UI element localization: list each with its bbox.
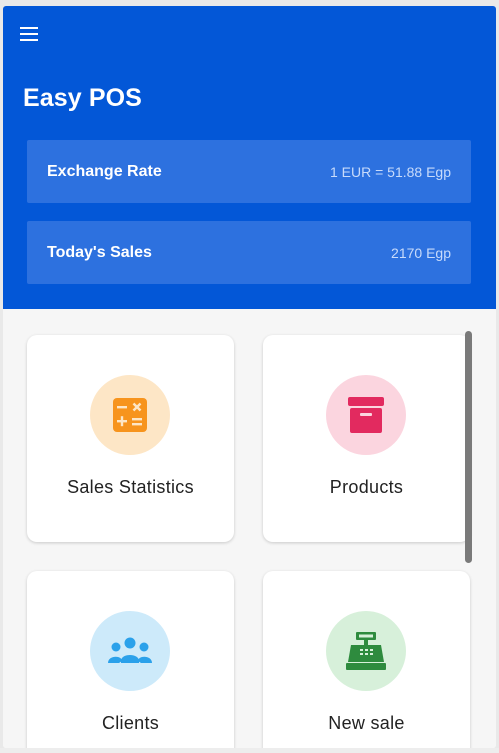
hamburger-menu-icon xyxy=(20,27,38,41)
app-title: Easy POS xyxy=(23,84,142,112)
exchange-rate-card: Exchange Rate 1 EUR = 51.88 Egp xyxy=(27,140,471,203)
menu-button[interactable] xyxy=(15,22,43,46)
tile-sales-statistics[interactable]: Sales Statistics xyxy=(27,335,234,542)
exchange-rate-value: 1 EUR = 51.88 Egp xyxy=(329,163,451,180)
todays-sales-value: 2170 Egp xyxy=(391,244,451,261)
tile-products[interactable]: Products xyxy=(263,335,470,542)
icon-circle xyxy=(90,611,170,691)
tile-label: New sale xyxy=(328,713,405,733)
icon-circle xyxy=(326,375,406,455)
tile-clients[interactable]: Clients xyxy=(27,571,234,748)
dashboard-grid: Sales Statistics Products Clients New sa… xyxy=(3,309,496,748)
archive-box-icon xyxy=(348,397,384,433)
icon-circle xyxy=(90,375,170,455)
tile-new-sale[interactable]: New sale xyxy=(263,571,470,748)
app-window: Easy POS Exchange Rate 1 EUR = 51.88 Egp… xyxy=(3,6,496,748)
window-bottom-edge xyxy=(0,748,499,753)
cash-register-icon xyxy=(346,632,386,670)
vertical-scrollbar[interactable] xyxy=(465,331,472,563)
todays-sales-label: Today's Sales xyxy=(47,243,152,261)
tile-label: Sales Statistics xyxy=(67,477,194,497)
users-group-icon xyxy=(108,637,152,663)
todays-sales-card: Today's Sales 2170 Egp xyxy=(27,221,471,284)
tile-label: Products xyxy=(329,477,404,497)
tile-label: Clients xyxy=(101,713,160,733)
app-header: Easy POS Exchange Rate 1 EUR = 51.88 Egp… xyxy=(3,6,496,309)
exchange-rate-label: Exchange Rate xyxy=(47,162,162,180)
calculator-icon xyxy=(113,398,147,432)
icon-circle xyxy=(326,611,406,691)
